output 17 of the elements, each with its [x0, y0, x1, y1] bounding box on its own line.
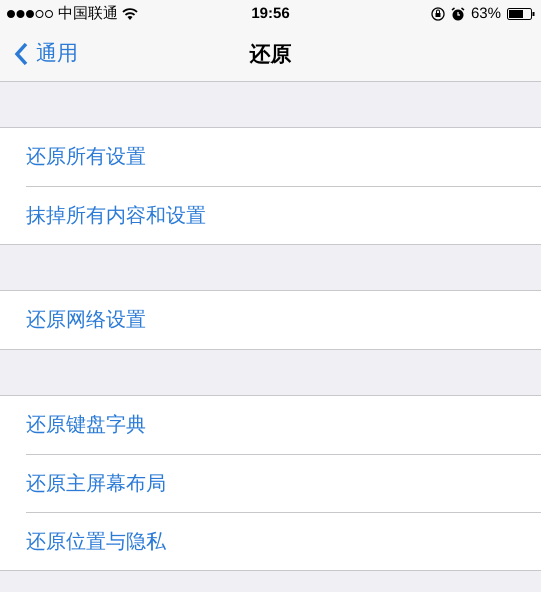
back-button[interactable]: 通用	[14, 38, 78, 70]
nav-title: 还原	[250, 42, 292, 68]
reset-option[interactable]: 还原位置与隐私	[26, 526, 166, 556]
carrier-name: 中国联通	[58, 4, 118, 24]
status-time: 19:56	[251, 4, 290, 24]
reset-option[interactable]: 还原键盘字典	[26, 410, 146, 440]
reset-option[interactable]: 还原网络设置	[26, 305, 146, 335]
battery-percent: 63%	[470, 4, 501, 24]
back-chevron-icon	[14, 42, 28, 66]
alarm-clock-icon	[450, 7, 465, 21]
battery-icon	[507, 8, 535, 20]
reset-option[interactable]: 还原所有设置	[26, 142, 146, 172]
reset-option[interactable]: 还原主屏幕布局	[26, 468, 166, 498]
reset-option[interactable]: 抹掉所有内容和设置	[26, 200, 206, 230]
signal-icon	[6, 9, 54, 19]
wifi-icon	[122, 8, 138, 20]
rotation-lock-icon	[430, 7, 445, 21]
